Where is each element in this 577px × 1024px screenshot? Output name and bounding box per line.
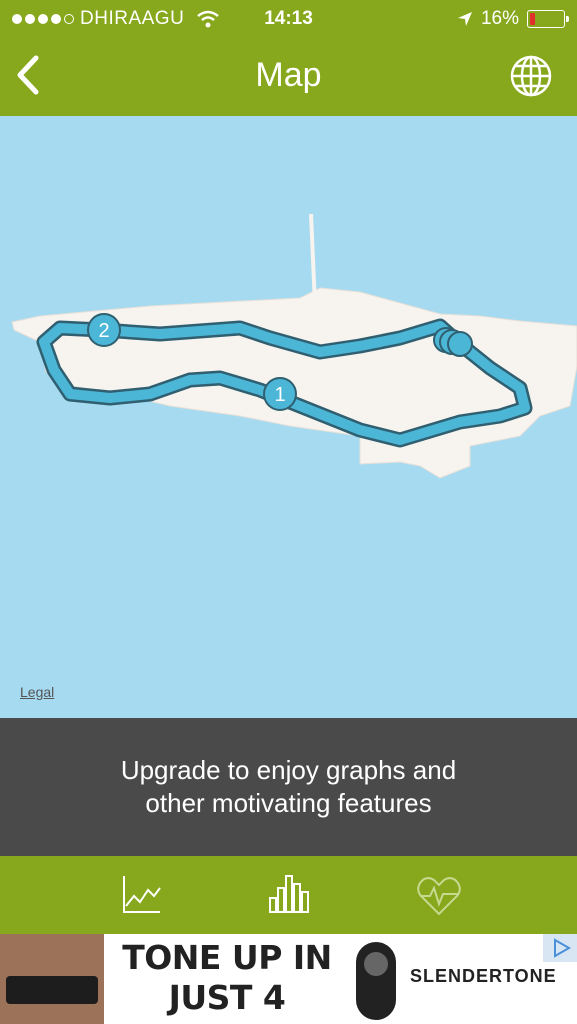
tab-heart[interactable] — [414, 870, 464, 920]
tab-graph[interactable] — [116, 870, 166, 920]
km-marker-2-label: 2 — [98, 320, 109, 342]
battery-icon — [527, 10, 569, 28]
km-marker-1[interactable]: 1 — [263, 377, 297, 411]
tab-bar — [0, 856, 577, 934]
ad-image — [0, 934, 104, 1024]
status-right: 16% — [457, 8, 569, 30]
km-marker-2[interactable]: 2 — [87, 313, 121, 347]
status-bar: DHIRAAGU 14:13 16% — [0, 0, 577, 38]
battery-level — [530, 13, 536, 25]
location-arrow-icon — [457, 12, 472, 26]
heart-rate-icon — [417, 877, 461, 916]
battery-percent: 16% — [480, 8, 519, 29]
route-map[interactable]: 2 1 Legal — [0, 116, 577, 718]
ad-choices-icon[interactable] — [543, 934, 577, 962]
nav-bar: Map — [0, 38, 577, 116]
legal-link[interactable]: Legal — [20, 684, 54, 700]
ad-headline-line-2: JUST 4 WEEKS! — [156, 978, 299, 1024]
upgrade-line-2: other motivating features — [145, 788, 432, 818]
ad-headline-line-1: TONE UP IN — [122, 938, 332, 977]
globe-button[interactable] — [509, 54, 553, 98]
tab-stats[interactable] — [264, 870, 314, 920]
km-marker-1-label: 1 — [274, 384, 285, 406]
ad-brand: SLENDERTONE — [410, 966, 557, 986]
app-header: DHIRAAGU 14:13 16% Map — [0, 0, 577, 116]
ad-banner[interactable]: TONE UP IN JUST 4 WEEKS! SLENDERTONE — [0, 934, 577, 1024]
bar-chart-icon — [269, 875, 309, 913]
ad-headline: TONE UP IN JUST 4 WEEKS! — [112, 938, 342, 1024]
upgrade-banner[interactable]: Upgrade to enjoy graphs and other motiva… — [0, 718, 577, 856]
globe-icon — [510, 55, 552, 97]
ad-device-image — [356, 942, 396, 1020]
map-canvas[interactable]: 2 1 — [0, 116, 577, 718]
line-graph-icon — [123, 876, 161, 913]
upgrade-line-1: Upgrade to enjoy graphs and — [120, 755, 457, 785]
page-title: Map — [255, 56, 322, 94]
